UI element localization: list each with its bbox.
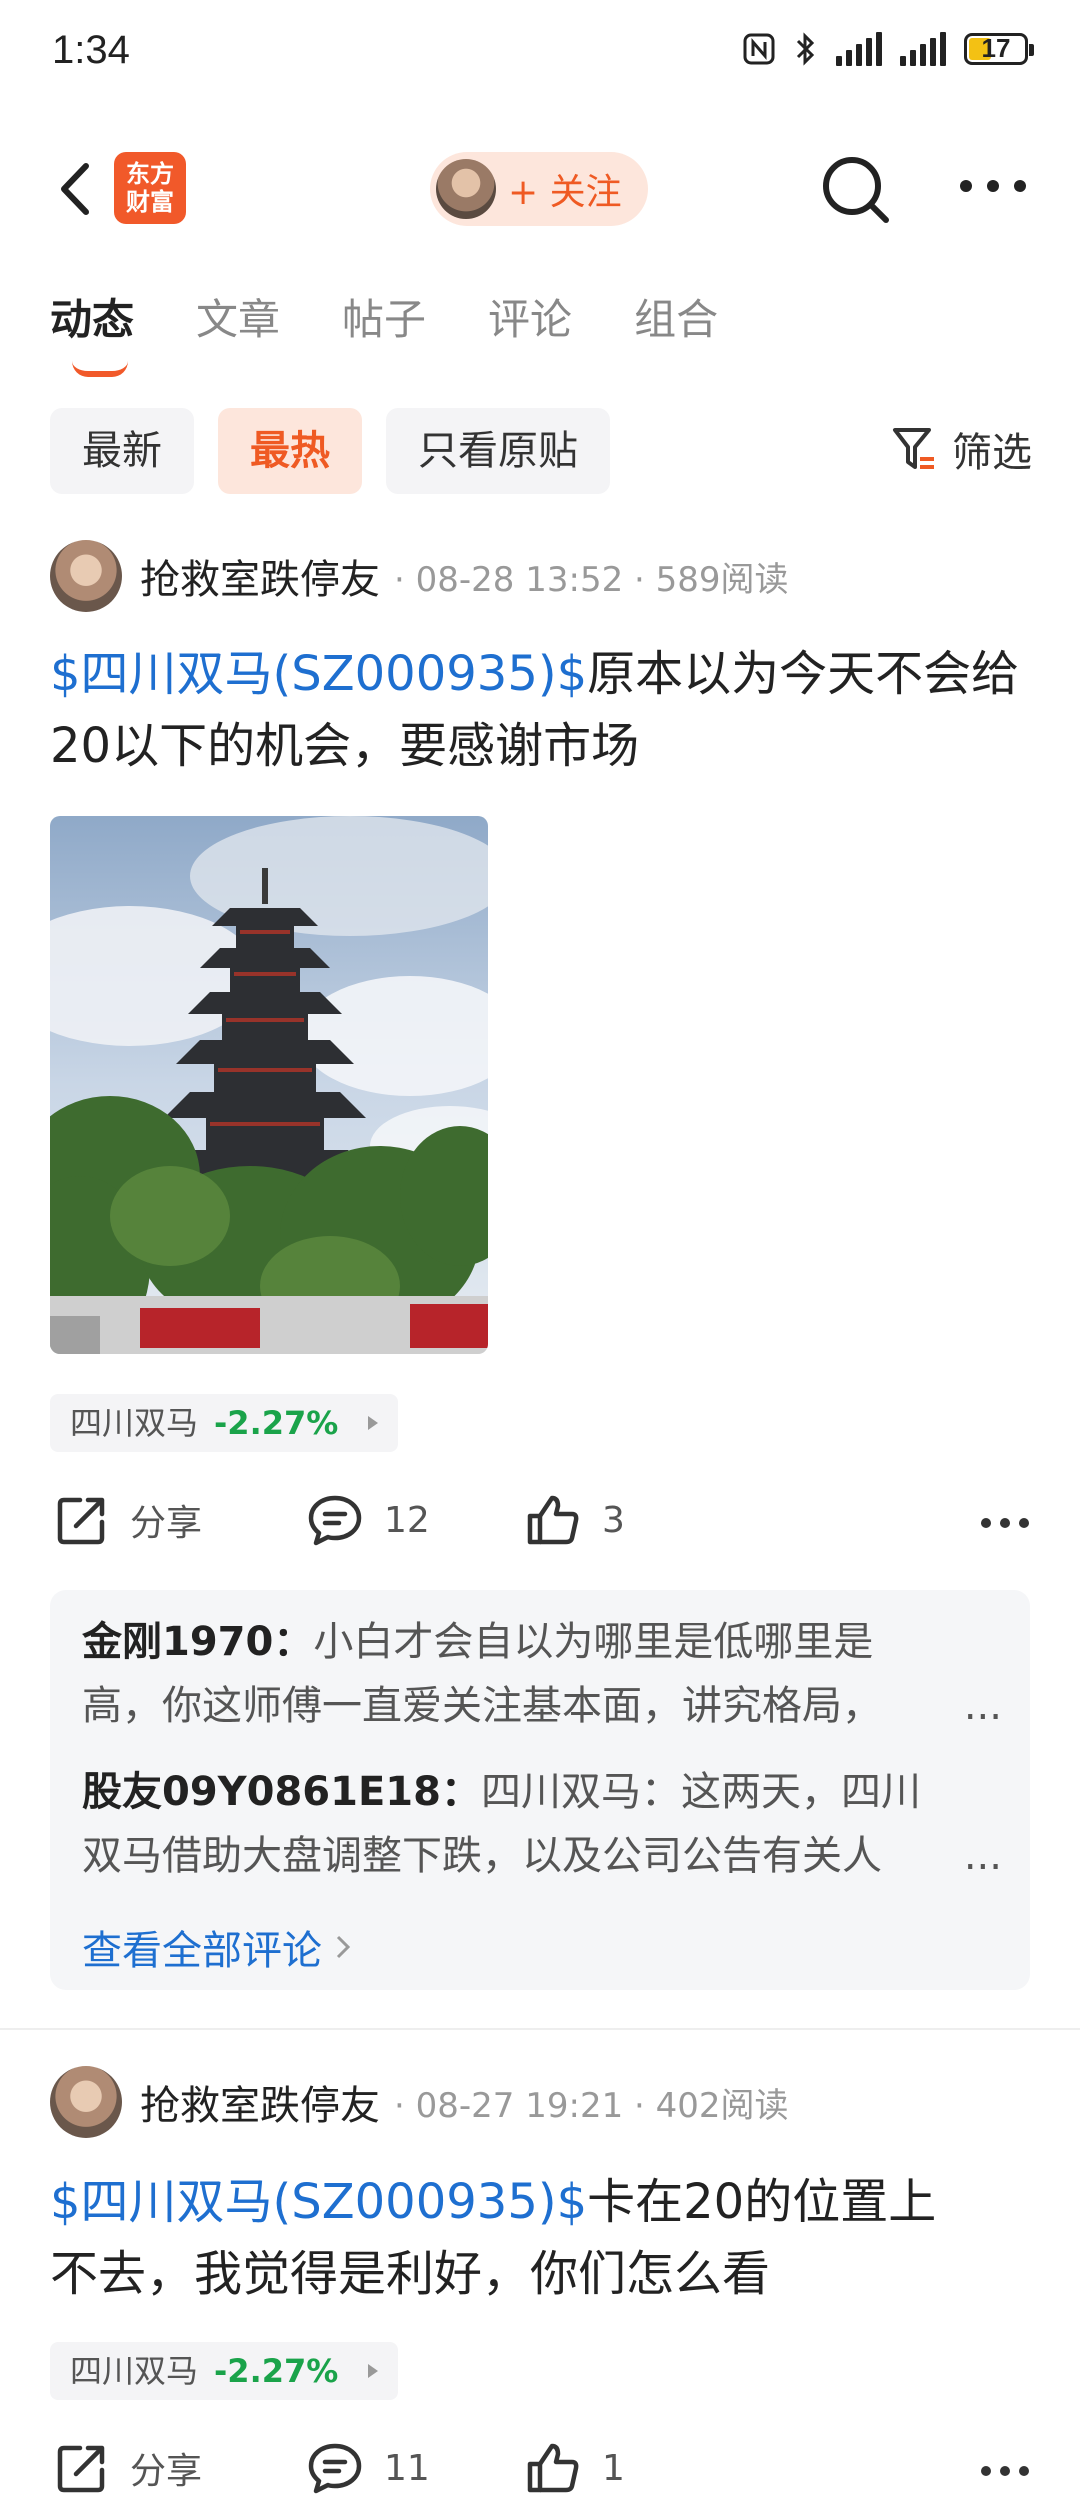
comment-preview: 金刚1970：小白才会自以为哪里是低哪里是 高，你这师傅一直爱关注基本面，讲究格… xyxy=(50,1590,1030,1990)
stock-tag[interactable]: 四川双马 -2.27% xyxy=(50,2342,399,2400)
avatar[interactable] xyxy=(50,2066,122,2138)
filter-button[interactable]: 筛选 xyxy=(892,420,1032,478)
share-button[interactable]: 分享 xyxy=(54,1492,202,1548)
bluetooth-icon xyxy=(796,32,815,66)
more-icon[interactable] xyxy=(958,176,1028,196)
post-actions: 分享 11 1 xyxy=(50,2440,1030,2510)
back-arrow-icon[interactable] xyxy=(48,154,108,224)
more-icon[interactable] xyxy=(980,1516,1030,1530)
share-icon xyxy=(57,1497,105,1545)
stock-link[interactable]: $四川双马(SZ000935)$ xyxy=(50,2174,587,2230)
tab-articles[interactable]: 文章 xyxy=(196,286,280,347)
stock-change: -2.27% xyxy=(214,1404,339,1442)
comment-icon xyxy=(308,2443,362,2494)
stock-name: 四川双马 xyxy=(70,1404,199,1442)
comment-user[interactable]: 金刚1970： xyxy=(82,1619,313,1665)
post-meta: · 08-27 19:21 · 402阅读 xyxy=(394,2085,789,2126)
avatar[interactable] xyxy=(50,540,122,612)
signal-icon-2 xyxy=(900,32,946,66)
thumbs-up-icon xyxy=(527,2443,579,2493)
arrow-right-icon xyxy=(368,1416,379,1430)
post-header: 抢救室跌停友 · 08-28 13:52 · 589阅读 xyxy=(50,540,789,612)
stock-link[interactable]: $四川双马(SZ000935)$ xyxy=(50,646,587,702)
follow-label: + 关注 xyxy=(508,172,622,213)
comment-item[interactable]: 金刚1970：小白才会自以为哪里是低哪里是 高，你这师傅一直爱关注基本面，讲究格… xyxy=(82,1610,1002,1738)
status-bar: 1:34 17 xyxy=(0,0,1080,110)
like-button[interactable]: 3 xyxy=(524,1492,625,1548)
pagoda-photo xyxy=(50,816,488,1354)
comment-item[interactable]: 股友09Y0861E18：四川双马：这两天，四川 双马借助大盘调整下跌，以及公司… xyxy=(82,1760,1002,1888)
like-button[interactable]: 1 xyxy=(524,2440,625,2496)
filter-label: 筛选 xyxy=(952,430,1032,476)
stock-name: 四川双马 xyxy=(70,2352,199,2390)
author-name[interactable]: 抢救室跌停友 xyxy=(140,547,380,605)
thumbs-up-icon xyxy=(527,1495,579,1545)
post-body[interactable]: $四川双马(SZ000935)$卡在20的位置上 不去，我觉得是利好，你们怎么看 xyxy=(50,2166,1040,2310)
more-icon[interactable] xyxy=(980,2464,1030,2478)
post-divider xyxy=(0,2028,1080,2030)
status-time: 1:34 xyxy=(52,28,130,72)
top-nav: 东方 财富 + 关注 xyxy=(0,140,1080,240)
search-icon[interactable] xyxy=(816,150,896,230)
filter-latest[interactable]: 最新 xyxy=(50,408,194,494)
tab-portfolio[interactable]: 组合 xyxy=(634,286,718,347)
post-header: 抢救室跌停友 · 08-27 19:21 · 402阅读 xyxy=(50,2066,789,2138)
author-name[interactable]: 抢救室跌停友 xyxy=(140,2073,380,2131)
post-actions: 分享 12 3 xyxy=(50,1492,1030,1562)
tab-dynamics[interactable]: 动态 xyxy=(50,286,134,377)
funnel-icon xyxy=(893,428,934,469)
nfc-icon xyxy=(743,33,775,65)
post-image[interactable] xyxy=(50,816,488,1354)
comment-button[interactable]: 11 xyxy=(306,2440,430,2496)
comment-user[interactable]: 股友09Y0861E18： xyxy=(82,1769,481,1815)
sort-filters: 最新 最热 只看原贴 xyxy=(50,408,610,494)
filter-hottest[interactable]: 最热 xyxy=(218,408,362,494)
stock-change: -2.27% xyxy=(214,2352,339,2390)
avatar xyxy=(436,159,496,219)
arrow-right-icon xyxy=(368,2364,379,2378)
stock-tag[interactable]: 四川双马 -2.27% xyxy=(50,1394,399,1452)
share-button[interactable]: 分享 xyxy=(54,2440,202,2496)
post-body[interactable]: $四川双马(SZ000935)$原本以为今天不会给20以下的机会，要感谢市场 xyxy=(50,638,1040,782)
comment-icon xyxy=(308,1495,362,1546)
profile-tabs: 动态 文章 帖子 评论 组合 xyxy=(50,286,780,377)
tab-posts[interactable]: 帖子 xyxy=(342,286,426,347)
app-logo[interactable]: 东方 财富 xyxy=(114,152,186,224)
see-all-comments-link[interactable]: 查看全部评论 xyxy=(82,1918,352,1976)
comment-button[interactable]: 12 xyxy=(306,1492,430,1548)
filter-original-only[interactable]: 只看原贴 xyxy=(386,408,610,494)
battery-icon: 17 xyxy=(964,33,1034,65)
post-meta: · 08-28 13:52 · 589阅读 xyxy=(394,559,789,600)
share-icon xyxy=(57,2445,105,2493)
signal-icon-1 xyxy=(836,32,882,66)
status-icons: 17 xyxy=(742,32,1034,66)
tab-comments[interactable]: 评论 xyxy=(488,286,572,347)
chevron-right-icon xyxy=(336,1935,351,1959)
follow-button[interactable]: + 关注 xyxy=(430,152,648,226)
